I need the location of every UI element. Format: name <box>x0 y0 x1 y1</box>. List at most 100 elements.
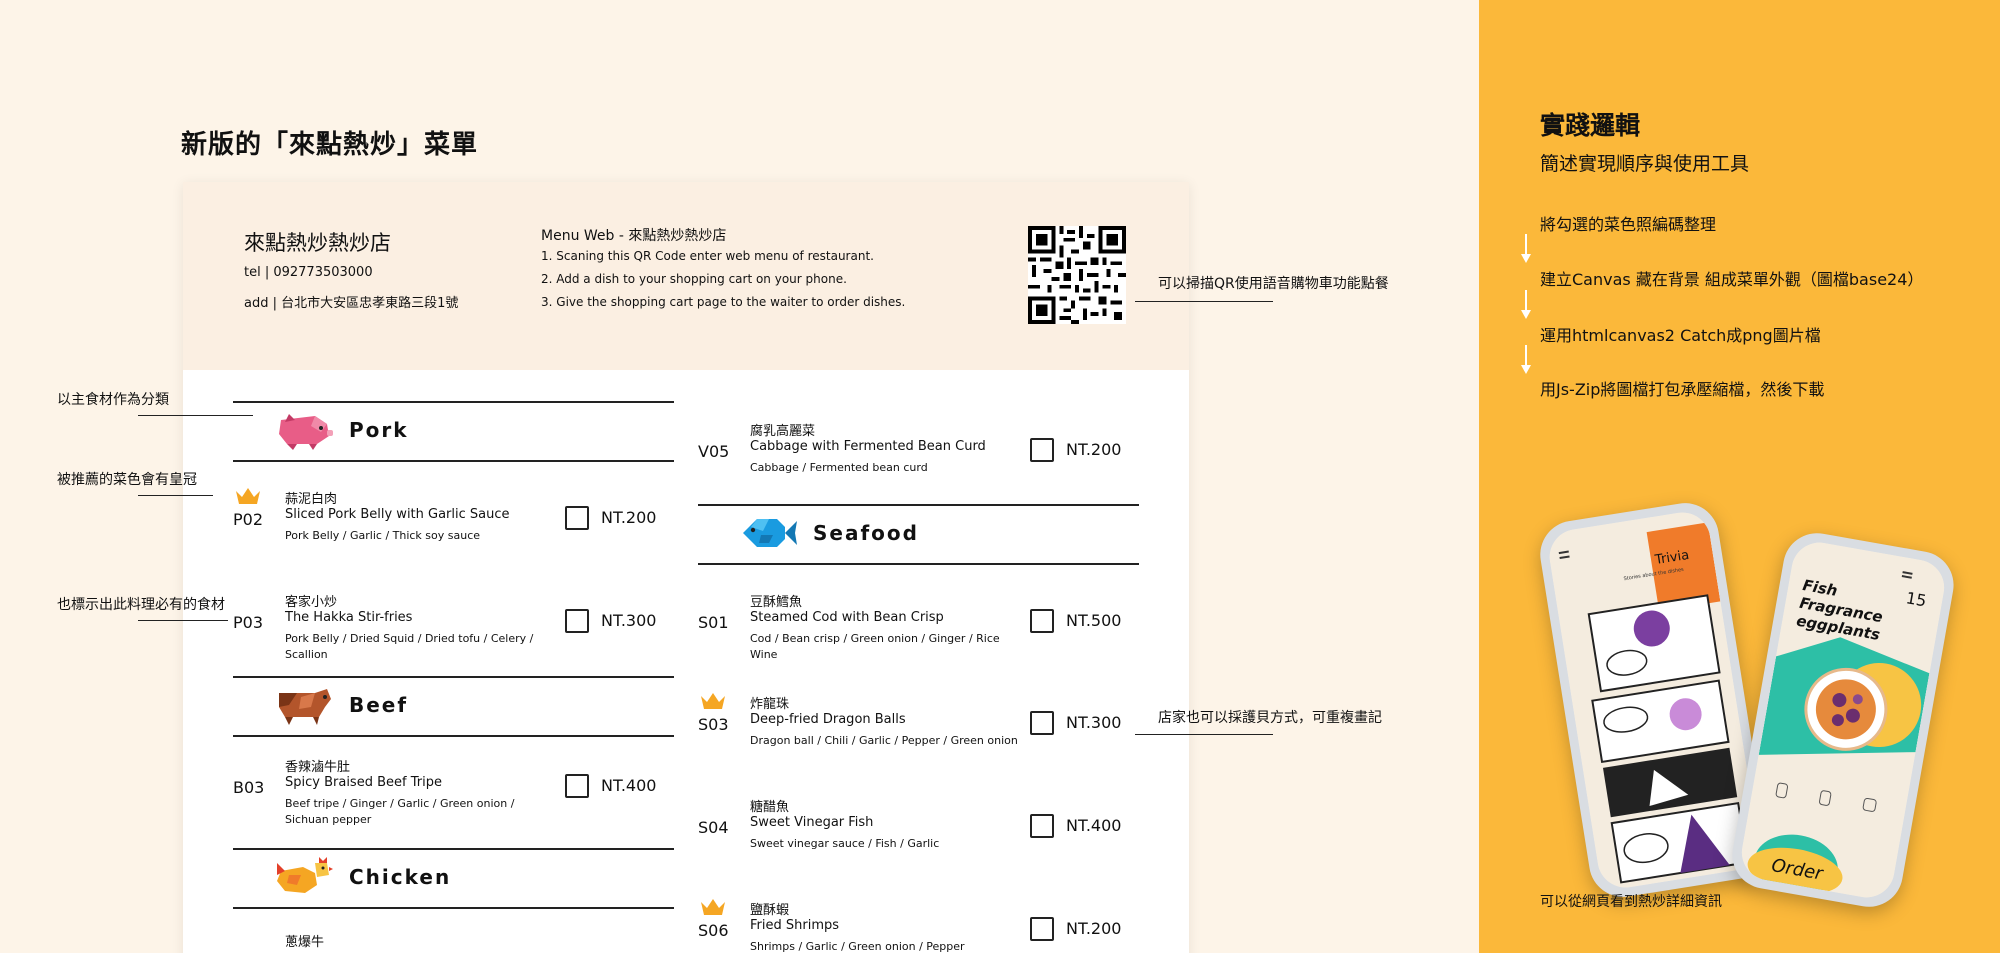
order-checkbox[interactable] <box>1030 609 1054 633</box>
item-name-zh: 客家小炒 <box>285 595 338 610</box>
menu-item-s04: S04 糖醋魚 Sweet Vinegar Fish Sweet vinegar… <box>698 796 1139 866</box>
shop-tel: tel | 092773503000 <box>244 265 373 280</box>
item-ingredients: Pork Belly / Dried Squid / Dried tofu / … <box>285 632 534 661</box>
item-name-en: Spicy Braised Beef Tripe <box>285 775 442 790</box>
category-seafood: Seafood <box>739 513 919 553</box>
menu-web-step: 1. Scaning this QR Code enter web menu o… <box>541 249 874 263</box>
cow-icon <box>279 689 331 725</box>
item-price: NT.400 <box>601 776 657 795</box>
annotation-line <box>1135 734 1273 735</box>
item-name-en: Cabbage with Fermented Bean Curd <box>750 439 986 454</box>
annotation-ingredients: 也標示出此料理必有的食材 <box>57 597 225 613</box>
annotation-category: 以主食材作為分類 <box>57 392 169 408</box>
category-chicken: Chicken <box>275 857 451 897</box>
menu-item-s03: S03 炸龍珠 Deep-fried Dragon Balls Dragon b… <box>698 693 1139 763</box>
order-checkbox[interactable] <box>565 609 589 633</box>
item-price: NT.400 <box>1066 816 1122 835</box>
qr-code-icon[interactable] <box>1028 226 1126 324</box>
phone-mockup-dish: Fish Fragrance eggplants 15 Order <box>1727 527 1959 913</box>
menu-web-title: Menu Web - 來點熱炒熱炒店 <box>541 228 727 244</box>
menu-web-steps: 1. Scaning this QR Code enter web menu o… <box>541 249 905 318</box>
menu-item-c01: 蔥爆牛 <box>233 931 674 953</box>
category-label: Chicken <box>349 865 452 889</box>
chicken-icon <box>277 857 333 893</box>
trivia-comic-illustration <box>1545 508 1763 892</box>
menu-item-v05: V05 腐乳高麗菜 Cabbage with Fermented Bean Cu… <box>698 420 1139 490</box>
annotation-qr: 可以掃描QR使用語音購物車功能點餐 <box>1158 276 1389 292</box>
item-code: P03 <box>233 613 264 632</box>
item-price: NT.200 <box>601 508 657 527</box>
item-name-zh: 蒜泥白肉 <box>285 492 338 507</box>
category-label: Pork <box>349 418 409 442</box>
category-label: Seafood <box>813 521 919 545</box>
item-name-zh: 蔥爆牛 <box>285 935 325 950</box>
order-checkbox[interactable] <box>1030 711 1054 735</box>
order-checkbox[interactable] <box>1030 814 1054 838</box>
item-ingredients: Beef tripe / Ginger / Garlic / Green oni… <box>285 797 515 826</box>
annotation-line <box>1135 301 1273 302</box>
annotation-crown: 被推薦的菜色會有皇冠 <box>57 472 197 488</box>
section-rule <box>698 563 1139 565</box>
phone-dish-number: 15 <box>1904 588 1928 611</box>
item-ingredients: Dragon ball / Chili / Garlic / Pepper / … <box>750 734 1018 747</box>
item-code: S01 <box>698 613 729 632</box>
phone-screen: Fish Fragrance eggplants 15 Order <box>1737 538 1949 902</box>
menu-web-step: 2. Add a dish to your shopping cart on y… <box>541 272 847 286</box>
annotation-reuse: 店家也可以採護貝方式，可重複畫記 <box>1158 710 1382 726</box>
category-beef: Beef <box>275 685 408 725</box>
menu-item-b03: B03 香辣滷牛肚 Spicy Braised Beef Tripe Beef … <box>233 756 674 836</box>
item-ingredients: Cod / Bean crisp / Green onion / Ginger … <box>750 632 1000 661</box>
item-name-en: Sliced Pork Belly with Garlic Sauce <box>285 507 510 522</box>
logic-panel: 實踐邏輯 簡述實現順序與使用工具 將勾選的菜色照編碼整理 建立Canvas 藏在… <box>1479 0 2000 953</box>
item-ingredients: Shrimps / Garlic / Green onion / Pepper <box>750 940 965 953</box>
category-label: Beef <box>349 693 409 717</box>
item-name-zh: 腐乳高麗菜 <box>750 424 816 439</box>
item-price: NT.300 <box>1066 713 1122 732</box>
item-ingredients: Pork Belly / Garlic / Thick soy sauce <box>285 529 481 542</box>
item-name-en: The Hakka Stir-fries <box>285 610 413 625</box>
section-rule <box>233 848 674 850</box>
logic-step: 用Js-Zip將圖檔打包承壓縮檔，然後下載 <box>1540 380 1825 399</box>
item-name-zh: 香辣滷牛肚 <box>285 760 351 775</box>
item-code: S04 <box>698 818 729 837</box>
category-pork: Pork <box>275 410 409 450</box>
item-name-en: Sweet Vinegar Fish <box>750 815 874 830</box>
item-code: B03 <box>233 778 265 797</box>
item-name-en: Fried Shrimps <box>750 918 840 933</box>
menu-item-p02: P02 蒜泥白肉 Sliced Pork Belly with Garlic S… <box>233 488 674 558</box>
shop-address: add | 台北市大安區忠孝東路三段1號 <box>244 296 459 311</box>
section-rule <box>698 504 1139 506</box>
item-name-zh: 糖醋魚 <box>750 800 790 815</box>
item-price: NT.300 <box>601 611 657 630</box>
menu-item-p03: P03 客家小炒 The Hakka Stir-fries Pork Belly… <box>233 591 674 661</box>
annotation-line <box>138 620 228 621</box>
order-checkbox[interactable] <box>565 506 589 530</box>
arrow-down-icon <box>1521 290 1531 319</box>
item-price: NT.200 <box>1066 440 1122 459</box>
section-rule <box>233 460 674 462</box>
phone-screen: Trivia Stories about the dishes <box>1545 508 1763 892</box>
item-code: S06 <box>698 921 729 940</box>
shop-name: 來點熱炒熱炒店 <box>244 231 391 255</box>
menu-item-s06: S06 鹽酥蝦 Fried Shrimps Shrimps / Garlic /… <box>698 899 1139 953</box>
arrow-down-icon <box>1521 234 1531 263</box>
item-name-zh: 炸龍珠 <box>750 697 790 712</box>
item-price: NT.200 <box>1066 919 1122 938</box>
item-code: V05 <box>698 442 730 461</box>
logic-step: 將勾選的菜色照編碼整理 <box>1540 215 1717 234</box>
fish-icon <box>743 519 797 547</box>
section-rule <box>233 735 674 737</box>
page-title: 新版的「來點熱炒」菜單 <box>181 130 479 160</box>
order-checkbox[interactable] <box>565 774 589 798</box>
arrow-down-icon <box>1521 345 1531 374</box>
item-name-zh: 鹽酥蝦 <box>750 903 790 918</box>
menu-web-step: 3. Give the shopping cart page to the wa… <box>541 295 906 309</box>
section-rule <box>233 401 674 403</box>
order-checkbox[interactable] <box>1030 917 1054 941</box>
item-code: P02 <box>233 510 264 529</box>
section-rule <box>233 907 674 909</box>
item-price: NT.500 <box>1066 611 1122 630</box>
logic-step: 建立Canvas 藏在背景 組成菜單外觀（圖檔base24） <box>1540 270 1924 289</box>
order-checkbox[interactable] <box>1030 438 1054 462</box>
menu-item-s01: S01 豆酥鱈魚 Steamed Cod with Bean Crisp Cod… <box>698 591 1139 661</box>
